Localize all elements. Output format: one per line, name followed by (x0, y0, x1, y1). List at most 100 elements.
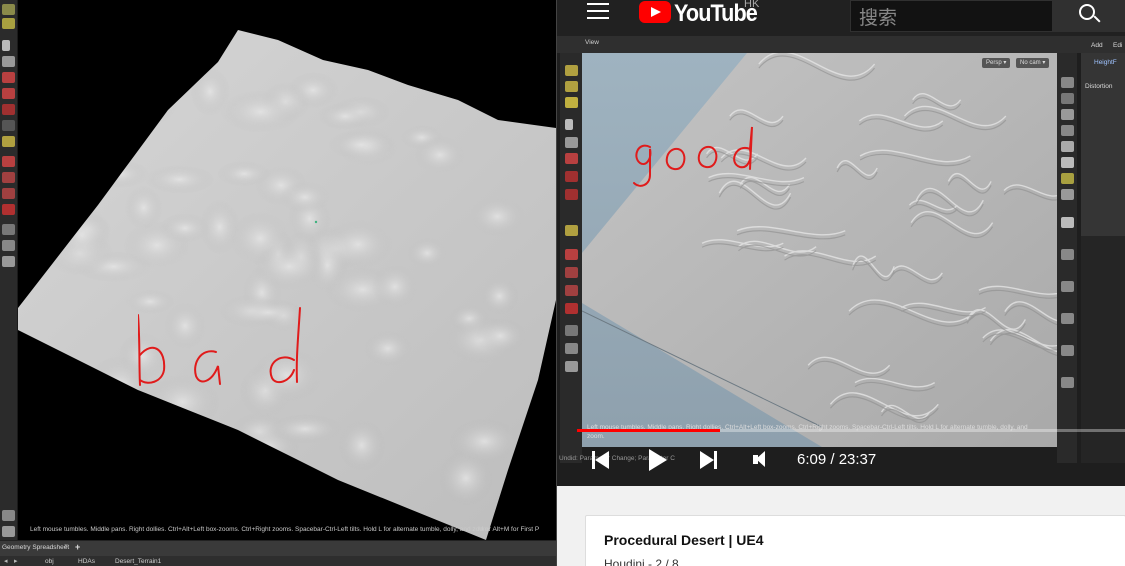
volume-button[interactable] (756, 451, 765, 467)
terrain-viewport[interactable]: bad Left mouse tumbles. Middle pans. Rig… (18, 0, 556, 540)
screen: bad Left mouse tumbles. Middle pans. Rig… (0, 0, 1125, 566)
youtube-logo-icon[interactable] (639, 1, 671, 23)
search-button[interactable] (1053, 0, 1125, 32)
terrain-bump (469, 196, 526, 237)
flip-icon[interactable] (2, 510, 15, 521)
viewport-hint-text: Left mouse tumbles. Middle pans. Right d… (30, 526, 491, 533)
terrain-bump (338, 419, 385, 471)
video-tool-icon (1061, 281, 1074, 292)
video-tool-icon (565, 171, 578, 182)
back-arrow-icon[interactable]: ◂ (4, 557, 8, 565)
terrain-bump (35, 121, 103, 169)
terrain-surface (18, 30, 556, 540)
region-code: HK (744, 0, 760, 10)
video-tool-icon (565, 153, 578, 164)
select-tool-icon[interactable] (2, 4, 15, 15)
search-input[interactable]: 搜索 (850, 0, 1053, 32)
next-icon[interactable] (714, 451, 717, 469)
terrain-bump (439, 451, 493, 506)
lock-icon[interactable] (2, 56, 15, 67)
video-title: Procedural Desert | UE4 (604, 532, 764, 548)
ghost-icon[interactable] (2, 224, 15, 235)
video-tool-icon (565, 361, 578, 372)
terrain-bump (190, 67, 230, 116)
snapshot-icon[interactable] (2, 526, 15, 537)
tab-geometry-spreadsheet[interactable]: Geometry Spreadsheet (2, 544, 69, 551)
network-pane: Geometry Spreadsheet × + ◂ ▸ obj HDAs De… (0, 540, 556, 566)
terrain-bump (221, 90, 300, 133)
breadcrumb-hdas[interactable]: HDAs (78, 558, 95, 565)
video-tool-icon (565, 343, 578, 354)
breadcrumb-obj[interactable]: obj (45, 558, 54, 565)
terrain-bump (108, 478, 165, 510)
forward-arrow-icon[interactable]: ▸ (14, 557, 18, 565)
distortion-label: Distortion (1085, 83, 1113, 90)
video-tool-icon (565, 249, 578, 260)
add-tab-icon[interactable]: + (75, 542, 80, 552)
good-annotation-text: good (632, 123, 635, 124)
video-edit-label: Edi (1113, 42, 1123, 49)
heightfield-label: HeightF (1094, 59, 1117, 66)
visibility-icon[interactable] (2, 172, 15, 183)
video-tool-icon (565, 303, 578, 314)
video-tool-icon (565, 97, 578, 108)
video-tool-icon (1061, 77, 1074, 88)
video-view-label: View (585, 39, 599, 46)
terrain-bump (414, 136, 466, 174)
video-progress-bar[interactable] (577, 429, 1125, 432)
globe-icon[interactable] (2, 240, 15, 251)
menu-icon[interactable] (587, 3, 609, 21)
video-terrain-viewport: good Persp ▾ No cam ▾ (582, 53, 1057, 447)
video-tool-icon (565, 81, 578, 92)
terrain-bump (279, 181, 331, 213)
terrain-bump (100, 73, 178, 129)
youtube-page: YouTube HK 搜索 View Add Edi good Persp ▾ … (556, 0, 1125, 566)
pointer-tool-icon[interactable] (2, 40, 10, 51)
video-tool-icon (1061, 217, 1074, 228)
bad-annotation-text: bad (138, 300, 140, 301)
terrain-bump (407, 237, 448, 269)
video-parameter-panel: HeightF Distortion (1081, 53, 1125, 236)
breadcrumb: ◂ ▸ obj HDAs Desert_Terrain1 (0, 556, 556, 566)
play-button[interactable] (649, 449, 667, 471)
shading-icon[interactable] (2, 136, 15, 147)
light-icon[interactable] (2, 104, 15, 115)
snap-icon[interactable] (2, 72, 15, 83)
video-progress-fill (577, 429, 720, 432)
handle-tool-icon[interactable] (2, 18, 15, 29)
terrain-bump (480, 277, 519, 315)
camera-icon[interactable] (2, 88, 15, 99)
video-tool-icon (1061, 377, 1074, 388)
close-icon[interactable]: × (64, 543, 68, 550)
group-icon[interactable] (2, 188, 15, 199)
terrain-bump (251, 242, 327, 291)
video-tool-icon (565, 189, 578, 200)
terrain-bump (323, 219, 393, 269)
video-right-toolbar (1057, 53, 1077, 463)
terrain-bump (217, 161, 271, 187)
persp-button: Persp ▾ (982, 58, 1011, 68)
video-tool-icon (565, 267, 578, 278)
magnet-icon[interactable] (2, 204, 15, 215)
breadcrumb-desert-terrain[interactable]: Desert_Terrain1 (115, 558, 161, 565)
previous-button[interactable] (595, 451, 609, 469)
search-placeholder: 搜索 (859, 8, 898, 29)
video-tool-icon (565, 65, 578, 76)
video-tool-icon (1061, 141, 1074, 152)
display-icon[interactable] (2, 156, 15, 167)
video-houdini-topbar: View Add Edi (557, 36, 1125, 53)
good-annotation: good (632, 123, 753, 187)
render-icon[interactable] (2, 256, 15, 267)
terrain-bump (53, 207, 111, 263)
viewport-toolbar (0, 0, 18, 540)
playlist-subtitle[interactable]: Houdini - 2 / 8 (604, 557, 679, 566)
terrain-bump (276, 470, 341, 522)
terrain-bump (77, 396, 154, 430)
video-tool-icon (1061, 173, 1074, 184)
grid-icon[interactable] (2, 120, 15, 131)
video-tool-icon (1061, 109, 1074, 120)
terrain-bump (125, 186, 163, 230)
video-player[interactable]: View Add Edi good Persp ▾ No cam ▾ Left … (557, 36, 1125, 486)
houdini-viewport-panel: bad Left mouse tumbles. Middle pans. Rig… (0, 0, 556, 566)
next-button[interactable] (700, 451, 714, 469)
